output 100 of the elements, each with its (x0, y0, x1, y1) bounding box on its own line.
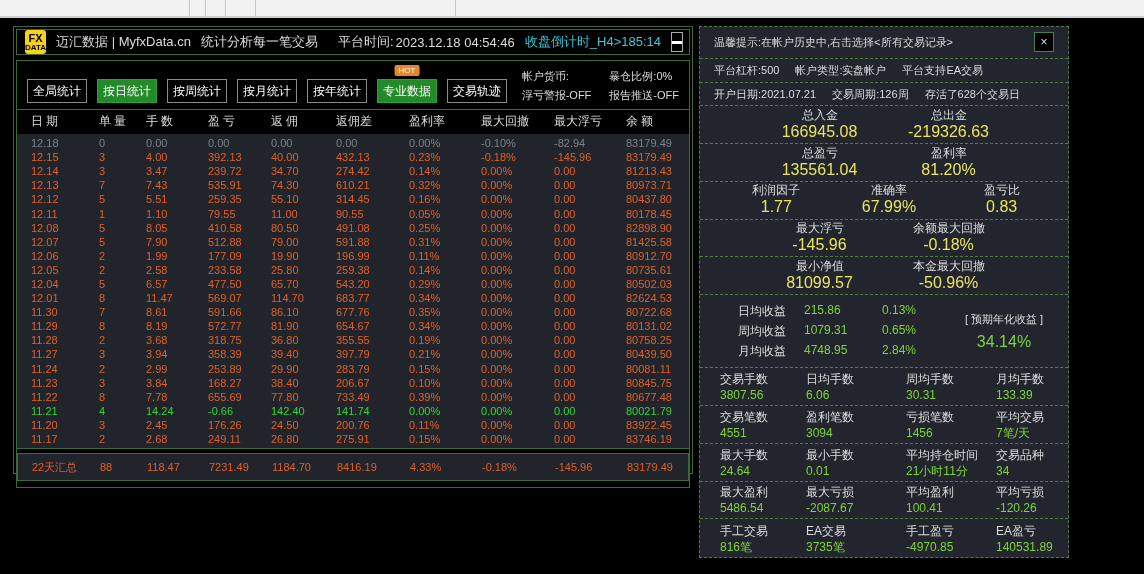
metric-value: 133.39 (996, 388, 1034, 403)
account-setting-text: 报告推送-OFF (609, 88, 679, 103)
table-cell-text: 249.11 (208, 433, 242, 445)
column-header: 盈 亏 (208, 112, 237, 130)
table-cell-text: 7.43 (146, 179, 169, 192)
table-cell-text: 477.50 (208, 278, 243, 290)
table-cell-text: 5.51 (146, 193, 169, 206)
metric-label: 交易手数 (720, 371, 769, 389)
table-cell-text: 1.10 (146, 207, 169, 220)
table-cell-text: 0.00 (208, 137, 231, 150)
account-info: 帐户类型:实盘帐户 (795, 62, 887, 78)
stats-tab[interactable]: 按日统计 (97, 79, 157, 103)
table-cell-text: 200.76 (336, 418, 371, 431)
account-info: 存活了628个交易日 (924, 86, 1020, 102)
table-cell-text: 34.70 (271, 165, 300, 178)
table-cell-text: 410.58 (208, 221, 243, 234)
table-cell-text: 11.24 (31, 362, 59, 375)
summary-cell-text: -0.18% (482, 461, 518, 474)
table-cell-text: 80021.79 (626, 404, 673, 417)
table-cell-text: 0.16% (409, 193, 442, 206)
table-cell-text: 283.79 (336, 362, 371, 375)
table-cell-text: 0.29% (409, 278, 442, 290)
table-cell-text: 80722.68 (626, 306, 673, 319)
minimize-button[interactable] (671, 32, 683, 52)
table-cell-text: 3 (99, 348, 107, 361)
table-cell-text: -0.18% (481, 151, 517, 164)
table-cell-text: 655.69 (208, 390, 243, 403)
table-cell-text: 11.28 (31, 334, 59, 347)
table-cell-text: 80502.03 (626, 278, 673, 290)
metric-label: 最小手数 (806, 446, 855, 464)
table-cell-text: 83179.49 (626, 137, 673, 150)
stat-label: 准确率 (871, 183, 907, 198)
table-cell-text: 2 (99, 362, 107, 375)
metric-value: 34 (996, 463, 1011, 478)
table-cell-text: 3.94 (146, 348, 169, 361)
table-cell-text: 0.11% (409, 249, 441, 262)
metric-label: 最大盈利 (720, 484, 769, 502)
table-cell-text: 0.31% (409, 235, 442, 248)
metric-value: 6.06 (806, 388, 831, 403)
annual-label: [ 预期年化收益 ] (964, 311, 1044, 327)
stats-tab[interactable]: 专业数据 (377, 79, 437, 103)
table-cell-text: 0.00 (554, 404, 577, 417)
table-cell-text: 12.07 (31, 235, 60, 248)
table-cell-text: 3 (99, 376, 107, 389)
stats-tab[interactable]: 全局统计 (27, 79, 87, 103)
table-cell-text: 355.55 (336, 334, 371, 347)
metric-value: -120.26 (996, 501, 1038, 516)
table-cell-text: 11.21 (31, 404, 59, 417)
table-cell-text: 0.21% (409, 348, 442, 361)
table-cell-text: 358.39 (208, 348, 243, 361)
table-cell-text: 79.00 (271, 235, 300, 248)
column-header: 最大回撤 (481, 112, 530, 130)
stats-tab[interactable]: 交易轨迹 (447, 79, 507, 103)
close-button[interactable]: × (1034, 32, 1054, 53)
table-cell-text: 8 (99, 320, 107, 333)
stat-label: 总盈亏 (801, 145, 838, 160)
average-percent: 0.13% (882, 302, 918, 319)
table-cell-text: 176.26 (208, 418, 243, 431)
account-setting-text: 浮亏警报-OFF (521, 88, 592, 103)
table-cell-text: 83922.45 (626, 418, 673, 431)
table-cell-text: 80131.02 (626, 320, 673, 333)
metric-value: -2087.67 (806, 501, 855, 516)
table-cell-text: 0.00% (481, 207, 514, 220)
table-cell-text: 0.34% (409, 320, 442, 333)
stats-tab[interactable]: 按年统计 (307, 79, 367, 103)
table-cell-text: 491.08 (336, 221, 371, 234)
table-cell-text: 2.58 (146, 263, 169, 276)
table-cell-text: 39.40 (271, 348, 300, 361)
table-cell-text: 5 (99, 235, 107, 248)
table-cell-text: 0.10% (409, 376, 442, 389)
table-cell-text: 4 (99, 404, 107, 417)
hot-badge: HOT (394, 65, 420, 76)
table-cell-text: 0.00% (481, 249, 514, 262)
table-cell-text: 82898.90 (626, 221, 673, 234)
table-cell-text: 25.80 (271, 263, 300, 276)
stats-tab[interactable]: 按周统计 (167, 79, 227, 103)
table-cell-text: 2 (99, 249, 107, 262)
table-cell-text: 1.99 (146, 249, 169, 262)
table-cell-text: 80912.70 (626, 249, 673, 262)
stat-value: 0.83 (986, 197, 1018, 218)
table-cell-text: 83179.49 (626, 151, 673, 164)
table-cell-text: 80735.61 (626, 263, 673, 276)
table-cell-text: 3 (99, 151, 107, 164)
table-cell-text: 591.66 (208, 306, 243, 319)
stats-tab[interactable]: 按月统计 (237, 79, 297, 103)
platform-time: 2023.12.18 04:54:46 (395, 34, 515, 50)
logo-icon: FX DATA (25, 30, 47, 54)
metric-label: 手工盈亏 (906, 522, 955, 540)
notice-text: 温馨提示:在帐户历史中,右击选择<所有交易记录> (714, 34, 953, 50)
table-cell-text: 8.61 (146, 306, 169, 319)
table-cell-text: 80081.11 (626, 362, 673, 375)
stat-value: 166945.08 (781, 121, 858, 142)
table-cell-text: 29.90 (271, 362, 300, 375)
table-cell-text: 274.42 (336, 165, 371, 178)
table-cell-text: 0.00% (481, 193, 514, 206)
table-cell-text: 142.40 (271, 404, 306, 417)
stat-value: 1.77 (760, 197, 792, 218)
table-cell-text: 81213.43 (626, 165, 673, 178)
table-cell-text: 55.10 (271, 193, 300, 206)
table-cell-text: 683.77 (336, 292, 371, 305)
